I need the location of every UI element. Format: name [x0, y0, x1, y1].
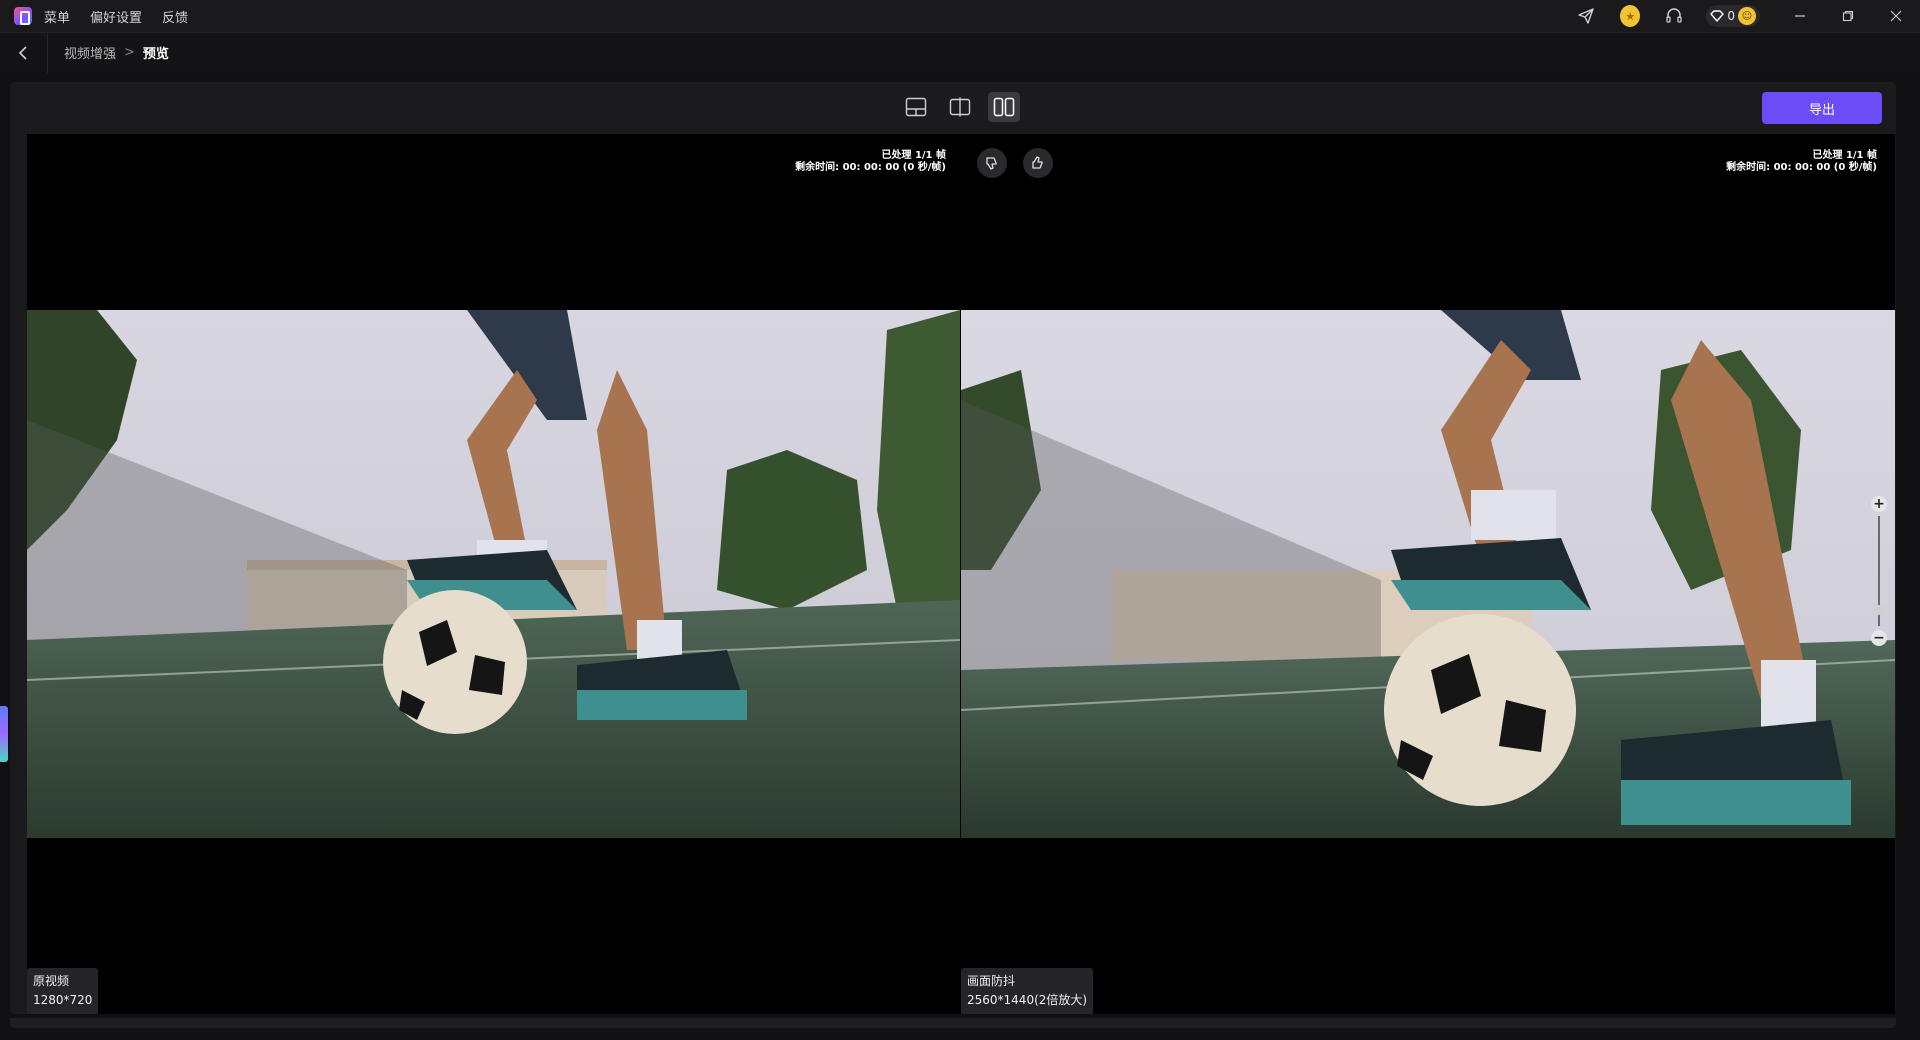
- enhanced-video-label: 画面防抖 2560*1440(2倍放大): [961, 968, 1094, 1014]
- left-progress-status: 已处理 1/1 帧 剩余时间: 00: 00: 00 (0 秒/帧): [795, 150, 946, 174]
- original-video-label: 原视频 1280*720: [27, 968, 99, 1014]
- side-panel-handle[interactable]: [0, 706, 8, 762]
- preview-panel: 导出 已处理 1/1 帧 剩余时间: 00: 00: 00 (0 秒/帧) 原视…: [10, 82, 1896, 1014]
- view-mode-compare-slider-button[interactable]: [944, 92, 976, 122]
- bottom-split-icon: [905, 97, 927, 117]
- back-button[interactable]: [0, 32, 48, 73]
- close-button[interactable]: [1872, 0, 1920, 32]
- nav-bar: 视频增强 > 预览: [0, 32, 1920, 73]
- breadcrumb: 视频增强 > 预览: [64, 43, 169, 62]
- bottom-bar: [10, 1018, 1896, 1028]
- enhanced-video-name: 画面防抖: [967, 974, 1016, 988]
- app-logo: [14, 7, 32, 25]
- zoom-out-button[interactable]: −: [1871, 630, 1887, 646]
- enhanced-video-resolution: 2560*1440(2倍放大): [967, 993, 1088, 1007]
- minimize-button[interactable]: [1776, 0, 1824, 32]
- main-menu: 菜单 偏好设置 反馈: [44, 7, 188, 26]
- left-progress-time: 剩余时间: 00: 00: 00 (0 秒/帧): [795, 162, 946, 173]
- send-icon[interactable]: [1576, 6, 1596, 26]
- gem-count: 0: [1727, 9, 1735, 23]
- close-icon: [1890, 10, 1902, 22]
- right-progress-time: 剩余时间: 00: 00: 00 (0 秒/帧): [1726, 162, 1877, 173]
- left-progress-frames: 已处理 1/1 帧: [881, 150, 946, 161]
- view-mode-bottom-split-button[interactable]: [900, 92, 932, 122]
- compare-slider-icon: [949, 97, 971, 117]
- side-by-side-icon: [993, 97, 1015, 117]
- enhanced-video-frame[interactable]: [961, 310, 1895, 838]
- original-video-frame[interactable]: [27, 310, 960, 838]
- export-button[interactable]: 导出: [1762, 92, 1882, 124]
- view-mode-side-by-side-button[interactable]: [988, 92, 1020, 122]
- title-bar: 菜单 偏好设置 反馈 ★ 0 ☺: [0, 0, 1920, 32]
- zoom-in-button[interactable]: +: [1871, 496, 1887, 512]
- breadcrumb-parent[interactable]: 视频增强: [64, 43, 116, 62]
- video-stage: 已处理 1/1 帧 剩余时间: 00: 00: 00 (0 秒/帧) 原视频 1…: [27, 134, 1895, 1014]
- view-mode-switcher: [900, 92, 1020, 122]
- menu-item-menu[interactable]: 菜单: [44, 7, 70, 26]
- zoom-slider[interactable]: [1874, 516, 1884, 626]
- minimize-icon: [1795, 15, 1805, 17]
- right-progress-frames: 已处理 1/1 帧: [1812, 150, 1877, 161]
- chevron-left-icon: [18, 45, 27, 60]
- right-progress-status: 已处理 1/1 帧 剩余时间: 00: 00: 00 (0 秒/帧): [1726, 150, 1877, 174]
- title-bar-actions: ★ 0 ☺: [1564, 0, 1920, 32]
- enhanced-video-pane: 已处理 1/1 帧 剩余时间: 00: 00: 00 (0 秒/帧) 画面防抖 …: [961, 134, 1895, 1014]
- original-video-pane: 已处理 1/1 帧 剩余时间: 00: 00: 00 (0 秒/帧) 原视频 1…: [27, 134, 960, 1014]
- diamond-icon: [1710, 10, 1725, 22]
- zoom-control: + −: [1869, 496, 1889, 646]
- breadcrumb-separator: >: [124, 45, 135, 60]
- menu-item-feedback[interactable]: 反馈: [162, 7, 188, 26]
- avatar[interactable]: ☺: [1738, 7, 1756, 25]
- headset-icon[interactable]: [1664, 6, 1684, 26]
- zoom-slider-thumb[interactable]: [1874, 604, 1884, 615]
- coin-icon[interactable]: ★: [1620, 5, 1641, 27]
- menu-item-preferences[interactable]: 偏好设置: [90, 7, 142, 26]
- original-video-name: 原视频: [33, 974, 70, 988]
- breadcrumb-current: 预览: [142, 47, 169, 62]
- restore-button[interactable]: [1824, 0, 1872, 32]
- original-video-resolution: 1280*720: [33, 993, 93, 1007]
- restore-icon: [1842, 10, 1854, 22]
- gem-balance[interactable]: 0 ☺: [1706, 5, 1760, 27]
